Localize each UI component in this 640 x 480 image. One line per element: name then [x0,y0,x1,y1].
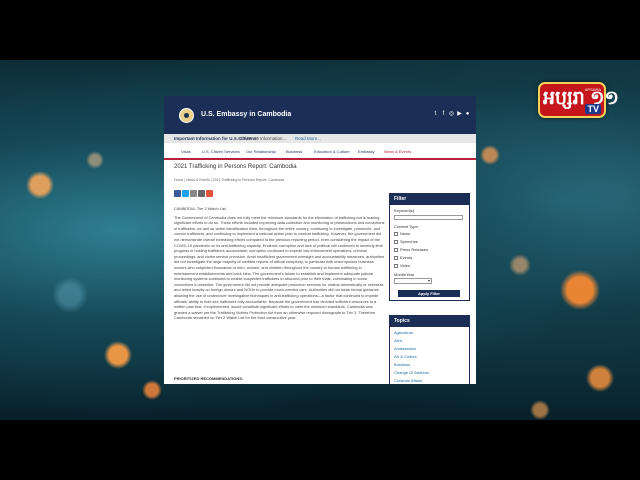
article-body: CAMBODIA: Tier 2 Watch List The Governme… [174,206,386,324]
nav-business[interactable]: Business [286,149,302,155]
checkbox-events[interactable] [394,256,398,260]
apply-filter-button[interactable]: Apply Filter [398,290,460,297]
site-header: U.S. Embassy in Cambodia t f ◎ ▶ ● [164,96,476,134]
keyword-input[interactable] [394,215,463,220]
topic-link[interactable]: Art & Culture [394,354,417,359]
nav-embassy[interactable]: Embassy [358,149,374,155]
apsara-tv-logo: អប្សរា ១១ APSARA TV [538,82,619,118]
youtube-icon[interactable]: ▶ [456,111,463,118]
page-title: 2021 Trafficking in Persons Report: Camb… [174,164,297,170]
checkbox-speeches[interactable] [394,240,398,244]
social-links: t f ◎ ▶ ● [432,111,476,121]
topics-title: Topics [390,316,469,327]
share-email-icon[interactable] [190,190,197,197]
alert-text: COVID-19 Information... [238,136,287,141]
embassy-webpage: U.S. Embassy in Cambodia t f ◎ ▶ ● Impor… [164,96,476,384]
topic-link[interactable]: Agriculture [394,330,413,335]
tier-heading: CAMBODIA: Tier 2 Watch List [174,206,226,211]
alert-read-more-link[interactable]: Read More... [295,135,321,142]
checkbox-label-press-releases: Press Releases [400,247,429,252]
keyword-label: Keyword(s) [394,208,415,213]
recommendations-heading: PRIORITIZED RECOMMENDATIONS: [174,376,244,381]
site-title[interactable]: U.S. Embassy in Cambodia [201,111,291,118]
logo-text: អប្សរា ១១ [543,88,619,109]
topic-link[interactable]: Change Of Address [394,370,429,375]
filter-panel: Filter Keyword(s) Content Type: News Spe… [389,193,470,301]
facebook-icon[interactable]: f [440,111,447,118]
topics-panel: Topics Agriculture Alert Ambassador Art … [389,315,470,384]
nav-our-relationship[interactable]: Our Relationship [246,149,276,155]
nav-education-culture[interactable]: Education & Culture [314,149,350,155]
logo-sub-text: APSARA [584,87,601,92]
breadcrumb[interactable]: Home | News & Events | 2021 Trafficking … [174,178,284,183]
nav-citizen-services[interactable]: U.S. Citizen Services [202,149,240,155]
instagram-icon[interactable]: ◎ [448,111,455,118]
checkbox-label-news: News [400,231,411,236]
month-year-select[interactable]: ▾ [394,278,432,284]
share-twitter-icon[interactable] [182,190,189,197]
checkbox-video[interactable] [394,264,398,268]
checkbox-press-releases[interactable] [394,248,398,252]
topic-link[interactable]: Alert [394,338,402,343]
chevron-down-icon: ▾ [427,278,430,283]
checkbox-news[interactable] [394,232,398,236]
nav-divider [164,158,476,160]
topic-link[interactable]: Business [394,362,410,367]
share-more-icon[interactable] [206,190,213,197]
logo-tv-badge: TV [585,104,601,114]
topic-link[interactable]: Consular Affairs [394,378,422,383]
nav-news-events[interactable]: News & Events [384,149,411,155]
share-print-icon[interactable] [198,190,205,197]
citizen-alert-bar: Important Information for U.S. Citizens:… [164,134,476,143]
checkbox-label-events: Events [400,255,413,260]
checkbox-label-speeches: Speeches [400,239,418,244]
article-paragraph: The Government of Cambodia does not full… [174,214,385,321]
month-year-label: Month/Year [394,272,415,277]
nav-visas[interactable]: Visas [181,149,191,155]
topic-link[interactable]: Ambassador [394,346,416,351]
checkbox-label-video: Video [400,263,411,268]
content-type-label: Content Type: [394,224,419,229]
filter-title: Filter [390,194,469,205]
embassy-seal-icon[interactable] [179,108,194,123]
twitter-icon[interactable]: t [432,111,439,118]
share-facebook-icon[interactable] [174,190,181,197]
flickr-icon[interactable]: ● [464,111,471,118]
